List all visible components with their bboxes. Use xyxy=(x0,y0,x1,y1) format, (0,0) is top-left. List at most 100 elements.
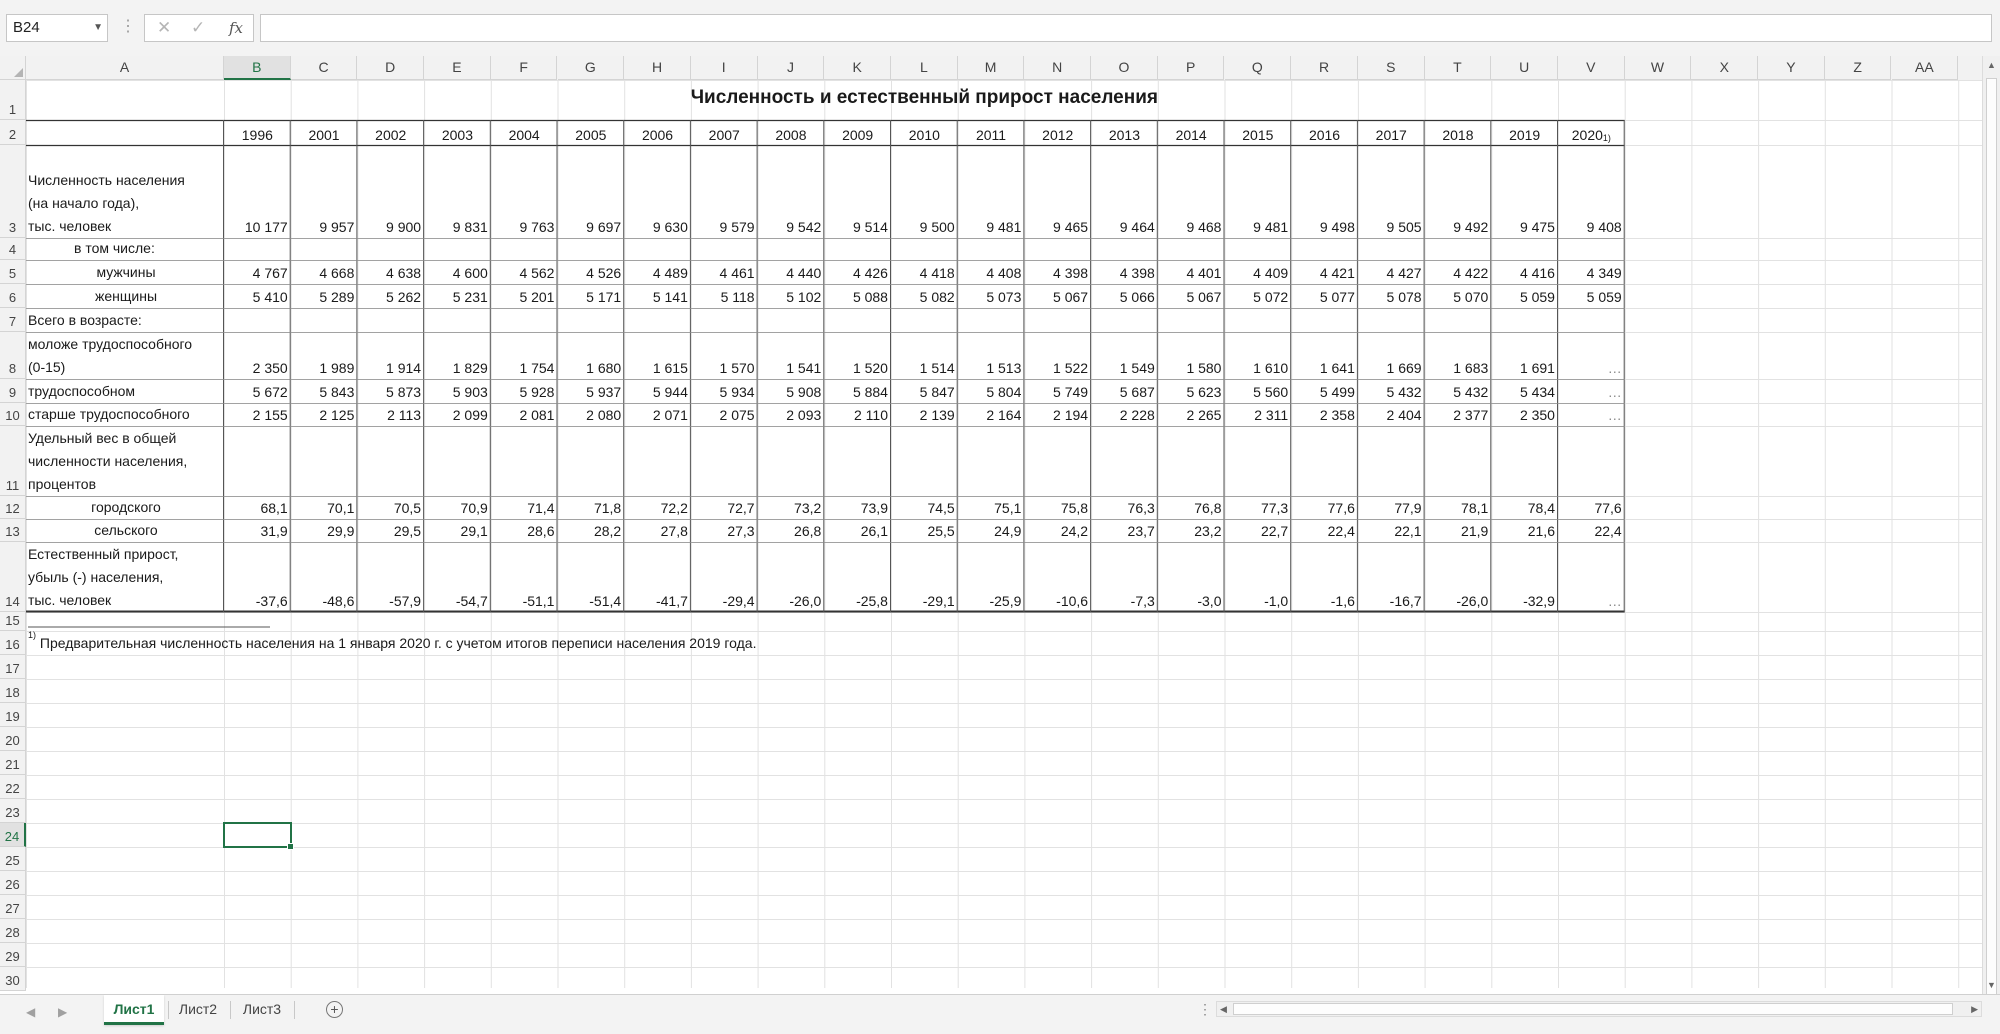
column-header-d[interactable]: D xyxy=(357,56,425,80)
table-cell[interactable]: 9 475 xyxy=(1491,145,1558,238)
year-header-2003[interactable]: 2003 xyxy=(424,120,491,145)
row-header-30[interactable]: 30 xyxy=(0,967,26,991)
table-cell[interactable]: 73,9 xyxy=(824,496,891,519)
scroll-down-icon[interactable]: ▼ xyxy=(1987,980,1996,990)
table-cell[interactable]: 4 421 xyxy=(1291,260,1358,284)
table-cell[interactable]: 4 398 xyxy=(1024,260,1091,284)
column-header-u[interactable]: U xyxy=(1491,56,1558,80)
column-header-k[interactable]: K xyxy=(824,56,891,80)
table-cell[interactable]: 21,9 xyxy=(1425,519,1492,542)
table-cell[interactable]: 72,2 xyxy=(624,496,691,519)
table-cell[interactable]: 78,1 xyxy=(1425,496,1492,519)
year-header-2018[interactable]: 2018 xyxy=(1425,120,1492,145)
row-header-23[interactable]: 23 xyxy=(0,799,26,823)
table-cell[interactable]: 70,5 xyxy=(357,496,424,519)
sheet-tab-1[interactable]: Лист1 xyxy=(104,995,164,1025)
table-cell[interactable]: 2 377 xyxy=(1425,403,1492,426)
table-cell[interactable]: 70,9 xyxy=(424,496,491,519)
table-cell[interactable]: 9 697 xyxy=(558,145,625,238)
table-cell[interactable]: -16,7 xyxy=(1358,542,1425,612)
table-cell[interactable]: 28,2 xyxy=(558,519,625,542)
row-header-2[interactable]: 2 xyxy=(0,120,26,145)
column-header-p[interactable]: P xyxy=(1157,56,1225,80)
table-cell[interactable]: 5 410 xyxy=(224,284,291,308)
table-cell[interactable]: 5 749 xyxy=(1024,379,1091,403)
table-cell[interactable]: 5 262 xyxy=(357,284,424,308)
table-cell[interactable]: 4 526 xyxy=(558,260,625,284)
table-cell[interactable]: 27,3 xyxy=(691,519,758,542)
column-header-m[interactable]: M xyxy=(957,56,1025,80)
table-cell[interactable]: 2 081 xyxy=(491,403,558,426)
table-cell[interactable]: 1 680 xyxy=(558,332,625,379)
table-cell[interactable]: 76,3 xyxy=(1091,496,1158,519)
table-cell[interactable]: 2 075 xyxy=(691,403,758,426)
table-cell[interactable]: 9 481 xyxy=(958,145,1025,238)
row-header-17[interactable]: 17 xyxy=(0,655,26,679)
table-cell[interactable]: 72,7 xyxy=(691,496,758,519)
row-header-4[interactable]: 4 xyxy=(0,238,26,260)
tab-scroll-left-icon[interactable]: ◀ xyxy=(26,1005,35,1019)
row-header-22[interactable]: 22 xyxy=(0,775,26,799)
column-header-l[interactable]: L xyxy=(891,56,958,80)
table-cell[interactable]: 1 989 xyxy=(291,332,358,379)
table-cell[interactable]: 4 408 xyxy=(958,260,1025,284)
table-cell[interactable]: 1 669 xyxy=(1358,332,1425,379)
table-cell[interactable]: 5 067 xyxy=(1024,284,1091,308)
table-cell[interactable]: 5 141 xyxy=(624,284,691,308)
table-cell[interactable]: 5 432 xyxy=(1425,379,1492,403)
column-header-s[interactable]: S xyxy=(1357,56,1425,80)
table-cell[interactable]: 24,9 xyxy=(958,519,1025,542)
table-cell[interactable]: 9 579 xyxy=(691,145,758,238)
table-cell[interactable]: 9 542 xyxy=(758,145,825,238)
table-cell[interactable]: -29,4 xyxy=(691,542,758,612)
table-cell[interactable]: 2 311 xyxy=(1225,403,1292,426)
row-label[interactable]: трудоспособном xyxy=(26,379,224,403)
table-cell[interactable]: 5 082 xyxy=(891,284,958,308)
table-cell[interactable]: 5 944 xyxy=(624,379,691,403)
sheet-tab-3[interactable]: Лист3 xyxy=(236,995,288,1025)
table-cell[interactable]: 5 937 xyxy=(558,379,625,403)
column-header-h[interactable]: H xyxy=(624,56,691,80)
row-header-11[interactable]: 11 xyxy=(0,426,26,496)
table-cell[interactable]: 25,5 xyxy=(891,519,958,542)
table-cell[interactable]: 4 461 xyxy=(691,260,758,284)
table-cell[interactable]: 5 847 xyxy=(891,379,958,403)
table-cell[interactable]: 9 514 xyxy=(824,145,891,238)
table-cell[interactable]: 29,9 xyxy=(291,519,358,542)
year-header-2006[interactable]: 2006 xyxy=(624,120,691,145)
table-cell[interactable]: 4 418 xyxy=(891,260,958,284)
row-label[interactable]: Удельный вес в общей численности населени… xyxy=(26,426,224,496)
table-cell[interactable]: 4 416 xyxy=(1491,260,1558,284)
table-cell[interactable]: 2 164 xyxy=(958,403,1025,426)
row-header-3[interactable]: 3 xyxy=(0,145,26,238)
table-cell[interactable]: 4 440 xyxy=(758,260,825,284)
table-cell[interactable]: 2 071 xyxy=(624,403,691,426)
table-cell[interactable]: 5 928 xyxy=(491,379,558,403)
select-all-button[interactable] xyxy=(0,56,26,80)
table-cell[interactable]: 5 102 xyxy=(758,284,825,308)
table-cell[interactable]: 4 422 xyxy=(1425,260,1492,284)
table-cell[interactable]: 77,3 xyxy=(1225,496,1292,519)
table-cell[interactable]: 5 434 xyxy=(1491,379,1558,403)
table-cell[interactable]: 24,2 xyxy=(1024,519,1091,542)
column-header-g[interactable]: G xyxy=(557,56,625,80)
table-cell[interactable]: -7,3 xyxy=(1091,542,1158,612)
table-cell[interactable]: 23,2 xyxy=(1158,519,1225,542)
table-cell[interactable]: … xyxy=(1558,403,1625,426)
table-cell[interactable]: 9 498 xyxy=(1291,145,1358,238)
table-cell[interactable]: 2 113 xyxy=(357,403,424,426)
enter-icon[interactable]: ✓ xyxy=(191,15,205,41)
column-header-i[interactable]: I xyxy=(690,56,758,80)
row-header-7[interactable]: 7 xyxy=(0,308,26,332)
table-cell[interactable]: 2 350 xyxy=(224,332,291,379)
table-cell[interactable]: 1 610 xyxy=(1225,332,1292,379)
table-cell[interactable]: 5 067 xyxy=(1158,284,1225,308)
table-cell[interactable]: 5 289 xyxy=(291,284,358,308)
table-cell[interactable]: 4 401 xyxy=(1158,260,1225,284)
table-cell[interactable]: 1 580 xyxy=(1158,332,1225,379)
year-header-2010[interactable]: 2010 xyxy=(891,120,958,145)
table-cell[interactable]: 9 464 xyxy=(1091,145,1158,238)
table-cell[interactable]: 77,6 xyxy=(1558,496,1625,519)
table-cell[interactable]: -10,6 xyxy=(1024,542,1091,612)
year-header-2016[interactable]: 2016 xyxy=(1291,120,1358,145)
